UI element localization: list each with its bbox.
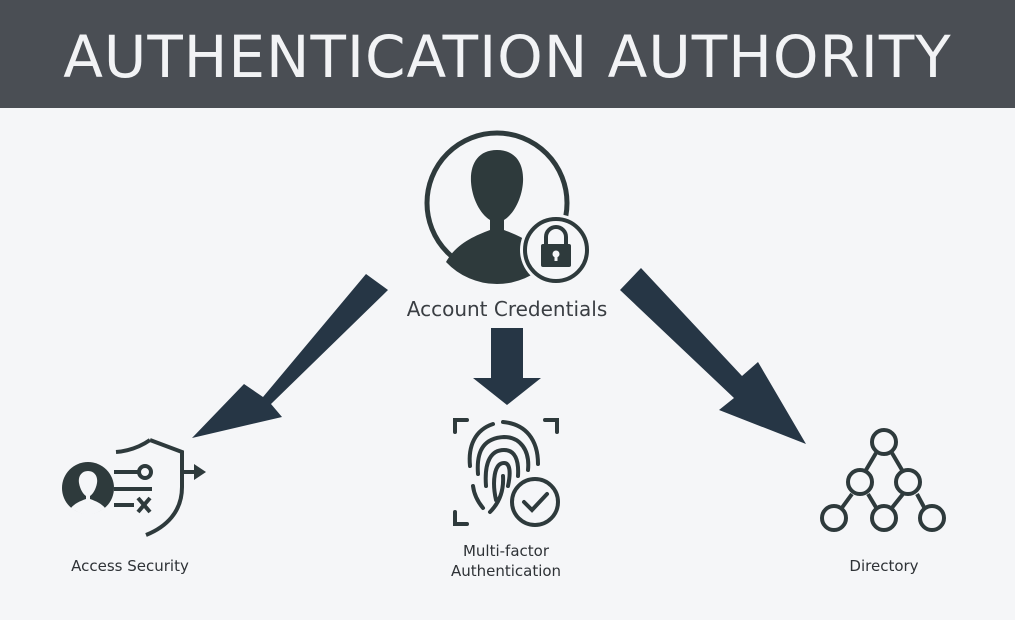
- user-lock-icon: [424, 130, 592, 286]
- directory-label: Directory: [849, 557, 919, 575]
- directory-tree-icon: [820, 428, 946, 532]
- shield-access-icon: [62, 438, 206, 537]
- access-security-label: Access Security: [71, 557, 189, 575]
- mfa-label-line2: Authentication: [450, 562, 562, 580]
- arrow-to-directory: [620, 268, 806, 444]
- fingerprint-check-icon: [453, 418, 560, 527]
- mfa-label: Multi-factor Authentication: [406, 541, 606, 581]
- account-credentials-label: Account Credentials: [406, 297, 608, 321]
- arrow-to-mfa: [473, 328, 541, 405]
- mfa-label-line1: Multi-factor: [462, 542, 550, 560]
